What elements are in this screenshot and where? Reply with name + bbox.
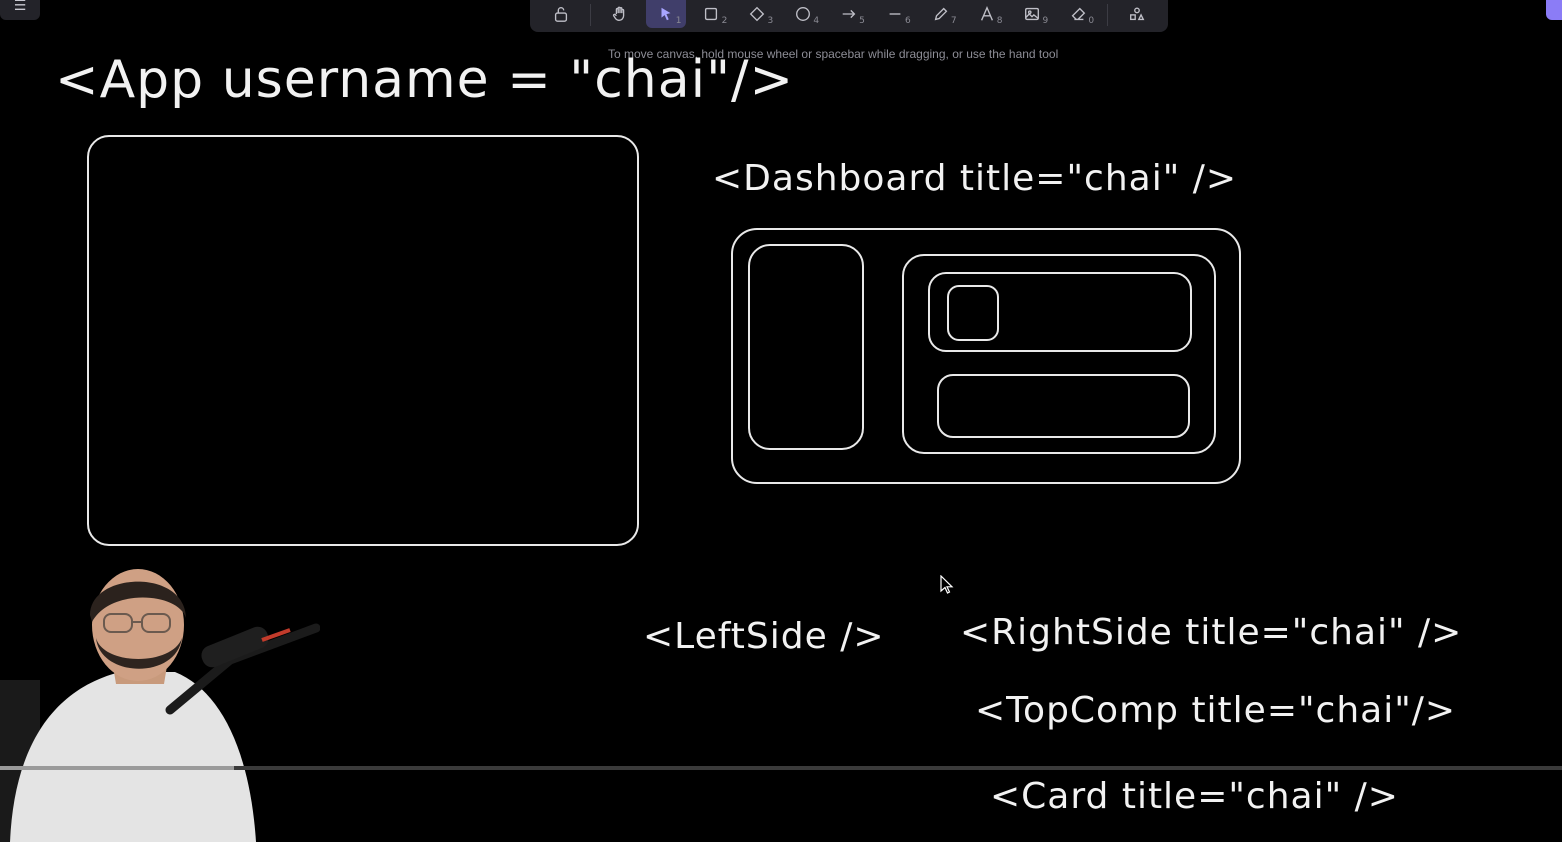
tool-key: 2: [721, 16, 728, 26]
main-menu-button[interactable]: ☰: [0, 0, 40, 20]
app-box-shape[interactable]: [87, 135, 639, 546]
tool-key: 3: [767, 16, 774, 26]
arrow-right-icon: [842, 9, 856, 19]
app-component-label[interactable]: <App username = "chai"/>: [55, 50, 794, 110]
mouse-cursor-icon: [940, 575, 954, 594]
line-tool[interactable]: 6: [875, 0, 915, 28]
tool-key: 4: [813, 16, 820, 26]
tool-key: 0: [1088, 16, 1095, 26]
tool-key: 8: [996, 16, 1003, 26]
eraser-tool[interactable]: 0: [1058, 0, 1098, 28]
lock-tool[interactable]: [541, 0, 581, 28]
rightside-component-label[interactable]: <RightSide title="chai" />: [960, 612, 1462, 653]
draw-tool[interactable]: 7: [921, 0, 961, 28]
text-tool[interactable]: 8: [967, 0, 1007, 28]
tool-key: 6: [905, 16, 911, 26]
video-progress-bar[interactable]: [0, 766, 1562, 770]
card-component-label[interactable]: <Card title="chai" />: [990, 776, 1399, 817]
ellipse-tool[interactable]: 4: [783, 0, 823, 28]
diamond-tool[interactable]: 3: [737, 0, 777, 28]
selection-tool[interactable]: 1: [645, 0, 686, 28]
tool-key: 9: [1042, 16, 1049, 26]
topcomp-component-label[interactable]: <TopComp title="chai"/>: [975, 690, 1456, 731]
toolbar-divider: [589, 4, 591, 26]
text-icon: [980, 5, 993, 21]
leftside-component-label[interactable]: <LeftSide />: [643, 616, 884, 657]
lock-icon: [554, 7, 567, 22]
eraser-icon: [1071, 7, 1086, 21]
pointer-icon: [661, 7, 671, 21]
hand-tool[interactable]: [600, 0, 640, 28]
pencil-icon: [934, 7, 948, 21]
card-box-shape[interactable]: [937, 374, 1190, 438]
tool-key: 1: [675, 16, 682, 26]
dashboard-component-label[interactable]: <Dashboard title="chai" />: [712, 158, 1237, 199]
avatar-square-shape[interactable]: [947, 285, 999, 341]
video-progress-fill: [0, 766, 235, 770]
hamburger-menu-icon: ☰: [13, 0, 27, 14]
image-icon: [1025, 7, 1040, 21]
line-icon: [889, 13, 901, 15]
extra-tools[interactable]: [1117, 0, 1157, 28]
image-tool[interactable]: 9: [1012, 0, 1052, 28]
rectangle-tool[interactable]: 2: [692, 0, 732, 28]
tool-key: 7: [950, 16, 957, 26]
hand-icon: [612, 6, 625, 21]
circle-icon: [796, 7, 811, 21]
library-button[interactable]: [1546, 0, 1562, 20]
drawing-toolbar: 1 2 3 4 5 6 7 8 9 0: [530, 0, 1168, 32]
leftside-box-shape[interactable]: [748, 244, 864, 450]
arrow-tool[interactable]: 5: [829, 0, 869, 28]
diamond-icon: [750, 6, 765, 22]
rectangle-icon: [705, 7, 718, 21]
toolbar-divider: [1107, 4, 1109, 26]
shapes-icon: [1130, 7, 1145, 21]
whiteboard-canvas[interactable]: ☰ 1 2 3 4 5 6 7 8 9 0 To move canvas, ho…: [0, 0, 1562, 842]
presenter-webcam: [0, 569, 320, 842]
tool-key: 5: [859, 16, 865, 26]
